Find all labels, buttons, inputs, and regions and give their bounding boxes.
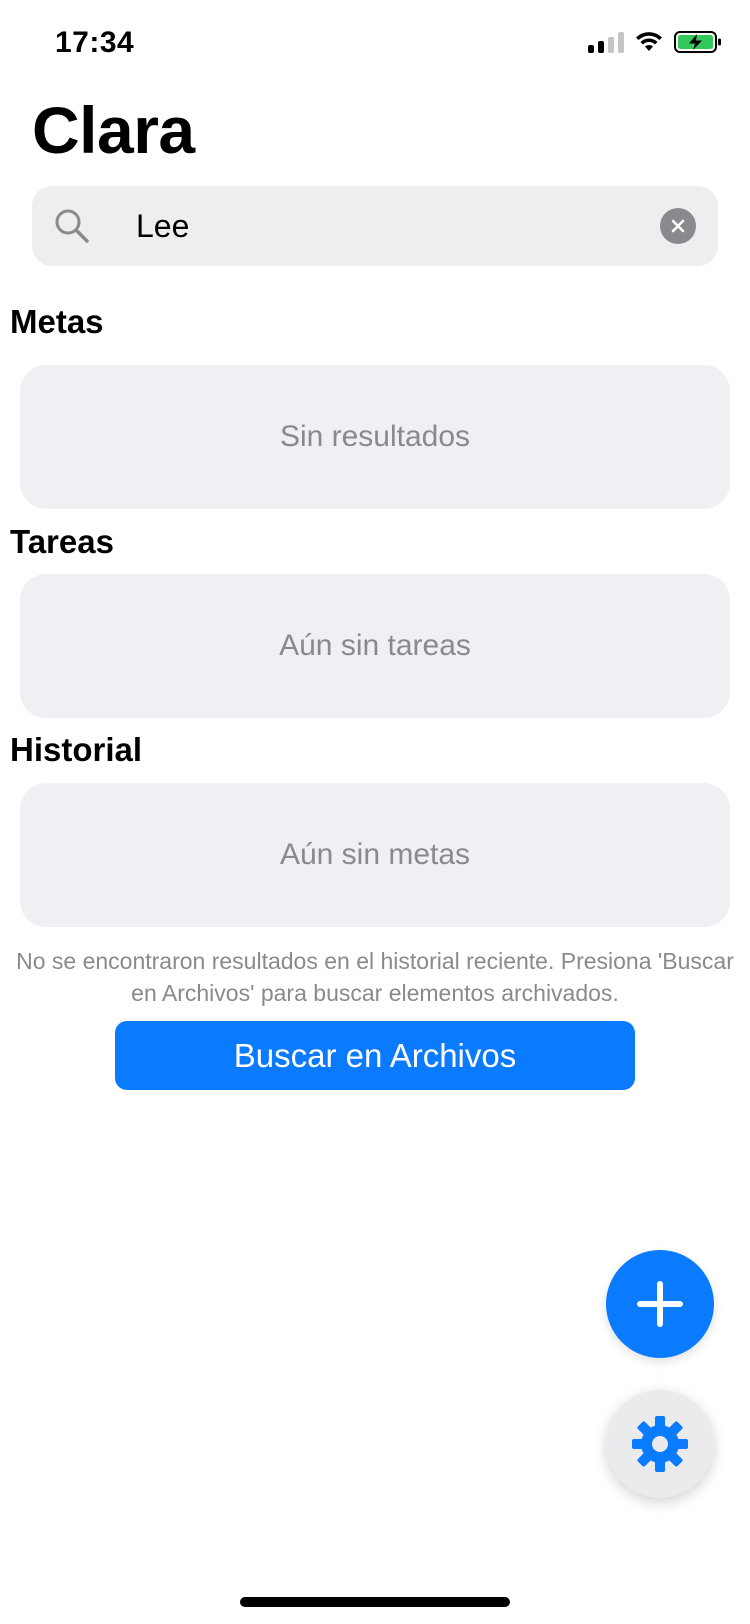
screen: 17:34 Clara Lee Metas Sin resultados Tar…	[0, 0, 750, 1624]
gear-icon	[630, 1414, 690, 1474]
goals-empty-text: Sin resultados	[279, 420, 471, 453]
section-title-tasks: Tareas	[10, 523, 114, 560]
settings-button[interactable]	[606, 1390, 714, 1498]
search-input[interactable]	[104, 186, 644, 266]
page-title: Clara	[32, 93, 195, 167]
history-empty-text: Aún sin metas	[279, 838, 471, 871]
search-icon	[54, 208, 90, 244]
wifi-icon	[634, 31, 664, 53]
home-indicator	[240, 1597, 510, 1607]
status-bar: 17:34	[0, 0, 750, 90]
history-empty-card: Aún sin metas	[20, 783, 730, 927]
add-button[interactable]	[606, 1250, 714, 1358]
section-title-goals: Metas	[10, 303, 104, 340]
plus-icon	[636, 1280, 684, 1328]
archive-info-text: No se encontraron resultados en el histo…	[16, 948, 734, 1006]
cellular-signal-icon	[588, 31, 624, 53]
goals-empty-card: Sin resultados	[20, 365, 730, 509]
section-title-history: Historial	[10, 731, 143, 768]
clear-icon	[670, 218, 686, 234]
clear-search-button[interactable]	[660, 208, 696, 244]
search-archives-button[interactable]: Buscar en Archivos	[115, 1021, 635, 1090]
status-icons	[588, 30, 722, 54]
battery-charging-icon	[674, 30, 722, 54]
tasks-empty-card: Aún sin tareas	[20, 574, 730, 718]
tasks-empty-text: Aún sin tareas	[279, 629, 471, 662]
status-time: 17:34	[55, 26, 135, 59]
search-bar[interactable]	[32, 186, 718, 266]
